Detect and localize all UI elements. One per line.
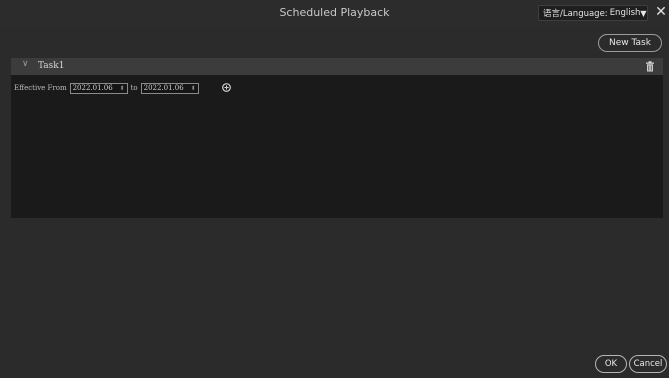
add-circle-icon[interactable] [222, 83, 231, 92]
to-date-value: 2022.01.06 [143, 84, 184, 92]
language-select[interactable]: 语言/Language: English ▼ [538, 5, 648, 21]
task-header[interactable]: ∨ Task1 [11, 58, 663, 75]
to-label: to [130, 84, 138, 92]
trash-icon[interactable] [645, 61, 655, 72]
to-date-input[interactable]: 2022.01.06 ⬍ [140, 82, 199, 94]
spinner-icon[interactable]: ⬍ [191, 85, 196, 92]
task-panel: ∨ Task1 Effective From 2022.01.06 ⬍ to 2… [11, 58, 663, 218]
caret-down-icon: ▼ [640, 8, 647, 18]
chevron-down-icon[interactable]: ∨ [22, 59, 29, 69]
ok-button[interactable]: OK [595, 355, 627, 373]
language-value: English [609, 8, 641, 18]
cancel-button[interactable]: Cancel [629, 355, 667, 373]
new-task-button[interactable]: New Task [598, 34, 662, 52]
title-bar: Scheduled Playback 语言/Language: English … [0, 0, 669, 28]
close-icon[interactable]: ✕ [654, 3, 668, 21]
effective-date-row: Effective From 2022.01.06 ⬍ to 2022.01.0… [14, 82, 202, 94]
effective-from-label: Effective From [14, 84, 67, 92]
language-label: 语言/Language: [543, 9, 608, 19]
from-date-input[interactable]: 2022.01.06 ⬍ [69, 82, 128, 94]
task-name: Task1 [38, 61, 65, 71]
from-date-value: 2022.01.06 [72, 84, 113, 92]
spinner-icon[interactable]: ⬍ [120, 85, 125, 92]
